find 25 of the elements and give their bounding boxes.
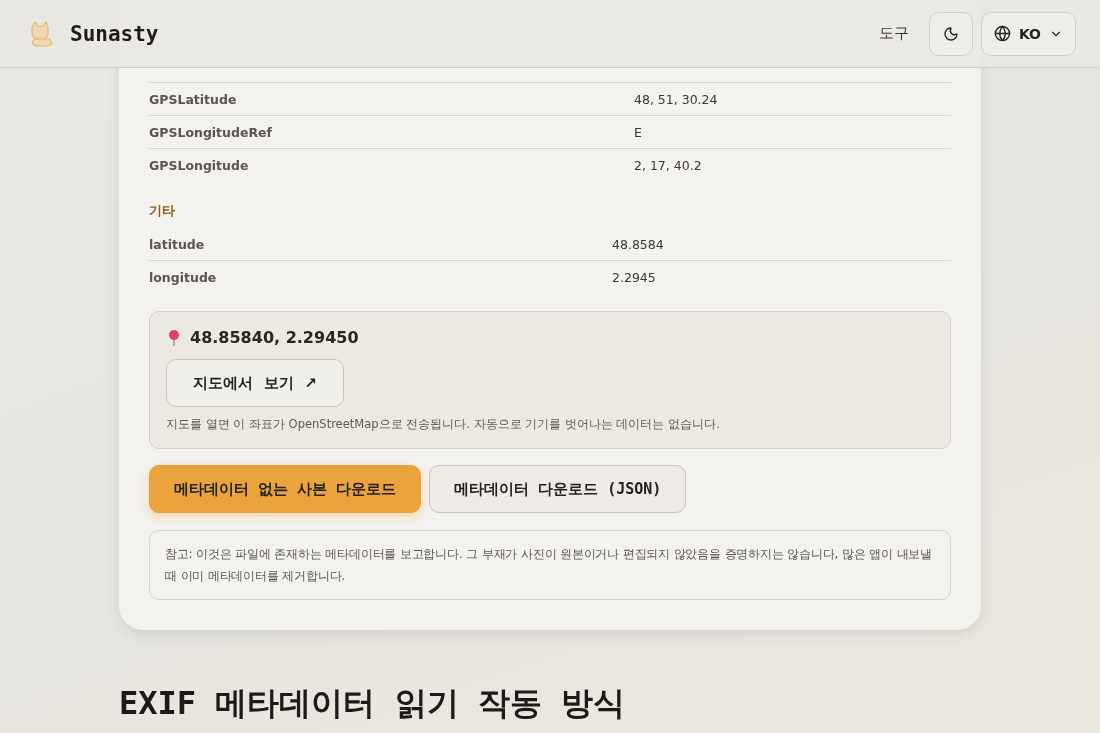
field-name: GPSLongitude [149, 157, 250, 173]
download-button[interactable]: 메타데이터 없는 사본 다운로드 [149, 465, 422, 513]
field-value: E [634, 124, 643, 140]
field-value: 2, 17, 40.2 [634, 157, 703, 173]
disclaimer-note: 참고: 이것은 파일에 존재하는 메타데이터를 보고합니다. 그 부재가 사진이 원본이거나 편집되지 않았음을 증명하지는 않습니다, 많은 앱이 내보낼 때 이미 메타데이터를 제거합니다. [149, 530, 951, 600]
field-value: 48, 51, 30.24 [634, 91, 719, 107]
field-name: latitude [149, 236, 206, 252]
privacy-note: 지도를 열면 이 좌표가 OpenStreetMap으로 전송됩니다. 자동으로 기기를 벗어나는 데이터는 없습니다. [166, 417, 721, 432]
field-name: GPSLatitude [149, 91, 238, 107]
field-value: 2.2945 [612, 269, 657, 285]
field-name: longitude [149, 269, 218, 285]
moon-icon [942, 25, 959, 42]
globe-icon [993, 25, 1011, 42]
view-on-map-button[interactable]: 지도에서 보기 ↗ [166, 359, 344, 407]
brand-name[interactable]: Sunasty [70, 21, 159, 46]
tools-link[interactable]: 도구 [878, 24, 909, 43]
section-title: 기타 [149, 203, 176, 220]
language-button[interactable]: KO [980, 11, 1076, 56]
pin-icon [166, 328, 182, 347]
field-value: 48.8584 [612, 236, 665, 252]
theme-toggle-button[interactable] [928, 11, 973, 56]
section-heading: EXIF 메타데이터 읽기 작동 방식 [119, 683, 627, 724]
download-button[interactable]: 메타데이터 다운로드 (JSON) [429, 465, 687, 513]
coordinates: 48.85840, 2.29450 [190, 328, 359, 347]
field-name: GPSLongitudeRef [149, 124, 273, 140]
